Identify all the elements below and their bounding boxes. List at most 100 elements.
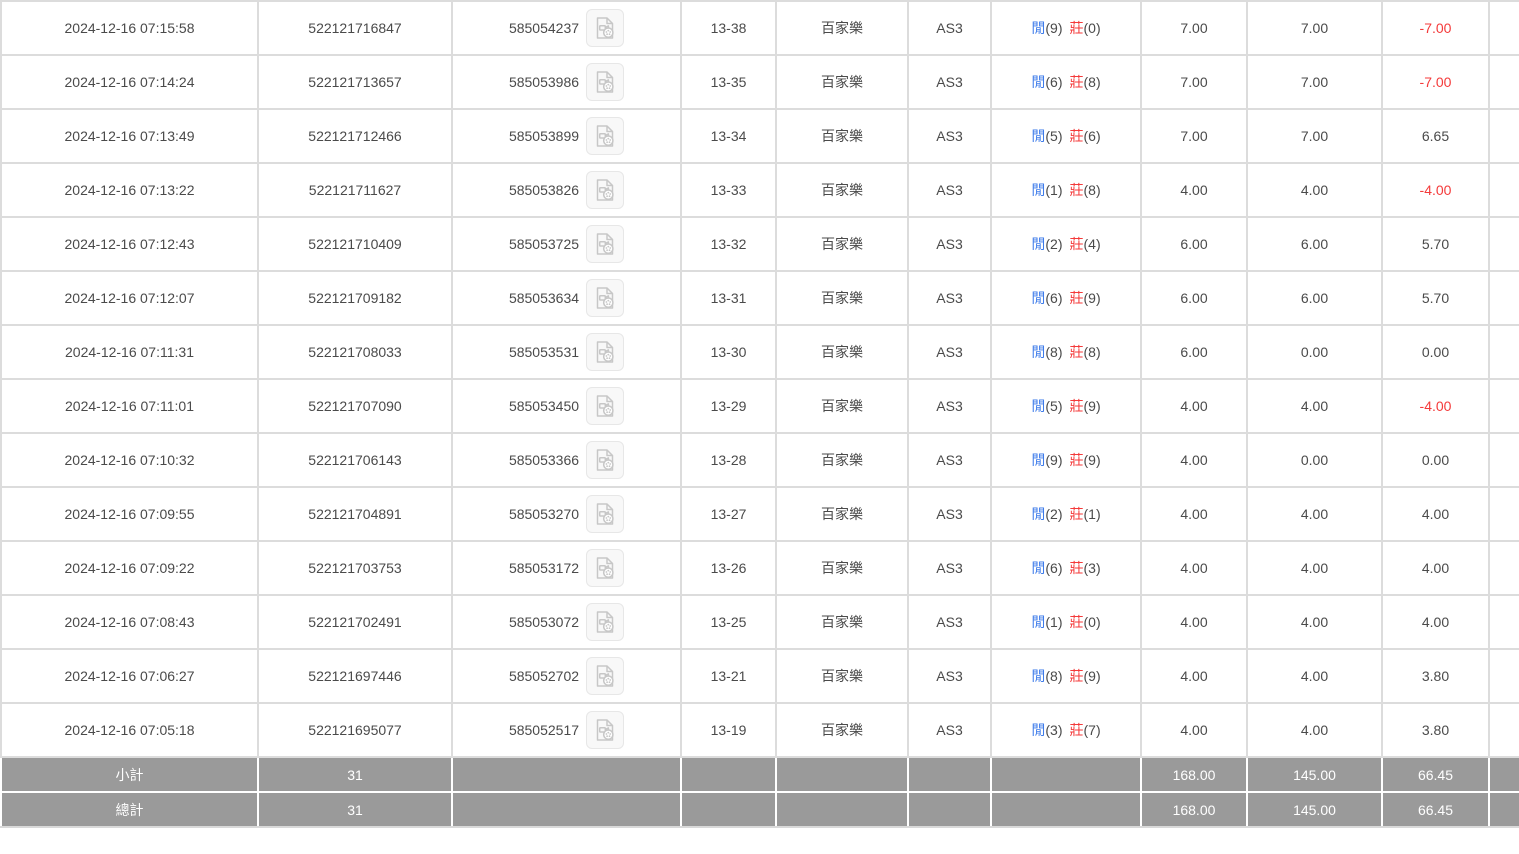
replay-button[interactable]	[586, 549, 624, 587]
empty-cell	[1489, 379, 1519, 433]
bet-time-cell: 2024-12-16 07:12:07	[1, 271, 258, 325]
bet-time-cell: 2024-12-16 07:08:43	[1, 595, 258, 649]
subtotal-row: 小計 31 168.00 145.00 66.45	[1, 757, 1519, 792]
banker-result-score: (9)	[1084, 452, 1101, 468]
banker-result-label: 莊	[1070, 506, 1084, 522]
table-name-cell: AS3	[908, 55, 991, 109]
empty-cell	[1489, 595, 1519, 649]
video-replay-icon	[593, 448, 617, 472]
banker-result-label: 莊	[1070, 722, 1084, 738]
valid-bet-cell: 0.00	[1247, 325, 1382, 379]
game-round-id: 585053634	[509, 290, 579, 306]
winloss-cell: -4.00	[1382, 379, 1489, 433]
game-round-id-cell: 585053826	[452, 163, 681, 217]
valid-bet-cell: 6.00	[1247, 271, 1382, 325]
replay-button[interactable]	[586, 495, 624, 533]
replay-button[interactable]	[586, 279, 624, 317]
banker-result-label: 莊	[1070, 398, 1084, 414]
bet-id-cell: 522121697446	[258, 649, 452, 703]
bet-id-cell: 522121711627	[258, 163, 452, 217]
banker-result-label: 莊	[1070, 74, 1084, 90]
total-row: 總計 31 168.00 145.00 66.45	[1, 792, 1519, 827]
table-name-cell: AS3	[908, 1, 991, 55]
result-cell: 閒(1)莊(0)	[991, 595, 1141, 649]
total-empty-cell	[452, 792, 681, 827]
round-number-cell: 13-26	[681, 541, 776, 595]
video-replay-icon	[593, 502, 617, 526]
result-cell: 閒(9)莊(9)	[991, 433, 1141, 487]
replay-button[interactable]	[586, 603, 624, 641]
banker-result-score: (1)	[1084, 506, 1101, 522]
game-round-id: 585053270	[509, 506, 579, 522]
replay-button[interactable]	[586, 711, 624, 749]
game-round-id-cell: 585053366	[452, 433, 681, 487]
game-round-id: 585053826	[509, 182, 579, 198]
bet-amount-cell: 4.00	[1141, 163, 1247, 217]
replay-button[interactable]	[586, 63, 624, 101]
banker-result-score: (8)	[1084, 74, 1101, 90]
table-name-cell: AS3	[908, 163, 991, 217]
table-row: 2024-12-16 07:09:22 522121703753 5850531…	[1, 541, 1519, 595]
player-result-score: (2)	[1045, 236, 1062, 252]
result-cell: 閒(2)莊(1)	[991, 487, 1141, 541]
replay-button[interactable]	[586, 117, 624, 155]
player-result-score: (6)	[1045, 560, 1062, 576]
game-type-cell: 百家樂	[776, 109, 908, 163]
video-replay-icon	[593, 286, 617, 310]
player-result-label: 閒	[1031, 668, 1045, 684]
winloss-cell: 3.80	[1382, 649, 1489, 703]
bet-amount-cell: 4.00	[1141, 541, 1247, 595]
bet-time-cell: 2024-12-16 07:13:22	[1, 163, 258, 217]
game-type-cell: 百家樂	[776, 487, 908, 541]
banker-result-label: 莊	[1070, 290, 1084, 306]
player-result-label: 閒	[1031, 20, 1045, 36]
player-result-score: (3)	[1045, 722, 1062, 738]
total-empty-cell	[991, 792, 1141, 827]
valid-bet-cell: 7.00	[1247, 1, 1382, 55]
replay-button[interactable]	[586, 441, 624, 479]
empty-cell	[1489, 487, 1519, 541]
result-cell: 閒(5)莊(6)	[991, 109, 1141, 163]
player-result-score: (1)	[1045, 614, 1062, 630]
winloss-cell: 0.00	[1382, 325, 1489, 379]
player-result-label: 閒	[1031, 74, 1045, 90]
bet-amount-cell: 4.00	[1141, 487, 1247, 541]
bet-time-cell: 2024-12-16 07:14:24	[1, 55, 258, 109]
valid-bet-cell: 4.00	[1247, 703, 1382, 757]
replay-button[interactable]	[586, 657, 624, 695]
empty-cell	[1489, 163, 1519, 217]
video-replay-icon	[593, 610, 617, 634]
result-cell: 閒(6)莊(9)	[991, 271, 1141, 325]
valid-bet-cell: 0.00	[1247, 433, 1382, 487]
replay-button[interactable]	[586, 333, 624, 371]
bet-time-cell: 2024-12-16 07:11:01	[1, 379, 258, 433]
banker-result-score: (6)	[1084, 128, 1101, 144]
game-round-id-cell: 585053172	[452, 541, 681, 595]
result-cell: 閒(8)莊(8)	[991, 325, 1141, 379]
bet-time-cell: 2024-12-16 07:09:22	[1, 541, 258, 595]
player-result-score: (1)	[1045, 182, 1062, 198]
winloss-cell: 4.00	[1382, 487, 1489, 541]
round-number-cell: 13-38	[681, 1, 776, 55]
bet-amount-cell: 7.00	[1141, 109, 1247, 163]
banker-result-score: (9)	[1084, 398, 1101, 414]
bet-time-cell: 2024-12-16 07:15:58	[1, 1, 258, 55]
subtotal-empty-cell	[681, 757, 776, 792]
game-round-id: 585053899	[509, 128, 579, 144]
video-replay-icon	[593, 340, 617, 364]
game-round-id-cell: 585053270	[452, 487, 681, 541]
bet-time-cell: 2024-12-16 07:06:27	[1, 649, 258, 703]
empty-cell	[1489, 109, 1519, 163]
replay-button[interactable]	[586, 9, 624, 47]
round-number-cell: 13-31	[681, 271, 776, 325]
valid-bet-cell: 4.00	[1247, 163, 1382, 217]
replay-button[interactable]	[586, 225, 624, 263]
banker-result-label: 莊	[1070, 668, 1084, 684]
game-round-id-cell: 585053725	[452, 217, 681, 271]
replay-button[interactable]	[586, 171, 624, 209]
player-result-score: (9)	[1045, 20, 1062, 36]
winloss-cell: 5.70	[1382, 271, 1489, 325]
valid-bet-cell: 4.00	[1247, 649, 1382, 703]
banker-result-score: (4)	[1084, 236, 1101, 252]
replay-button[interactable]	[586, 387, 624, 425]
